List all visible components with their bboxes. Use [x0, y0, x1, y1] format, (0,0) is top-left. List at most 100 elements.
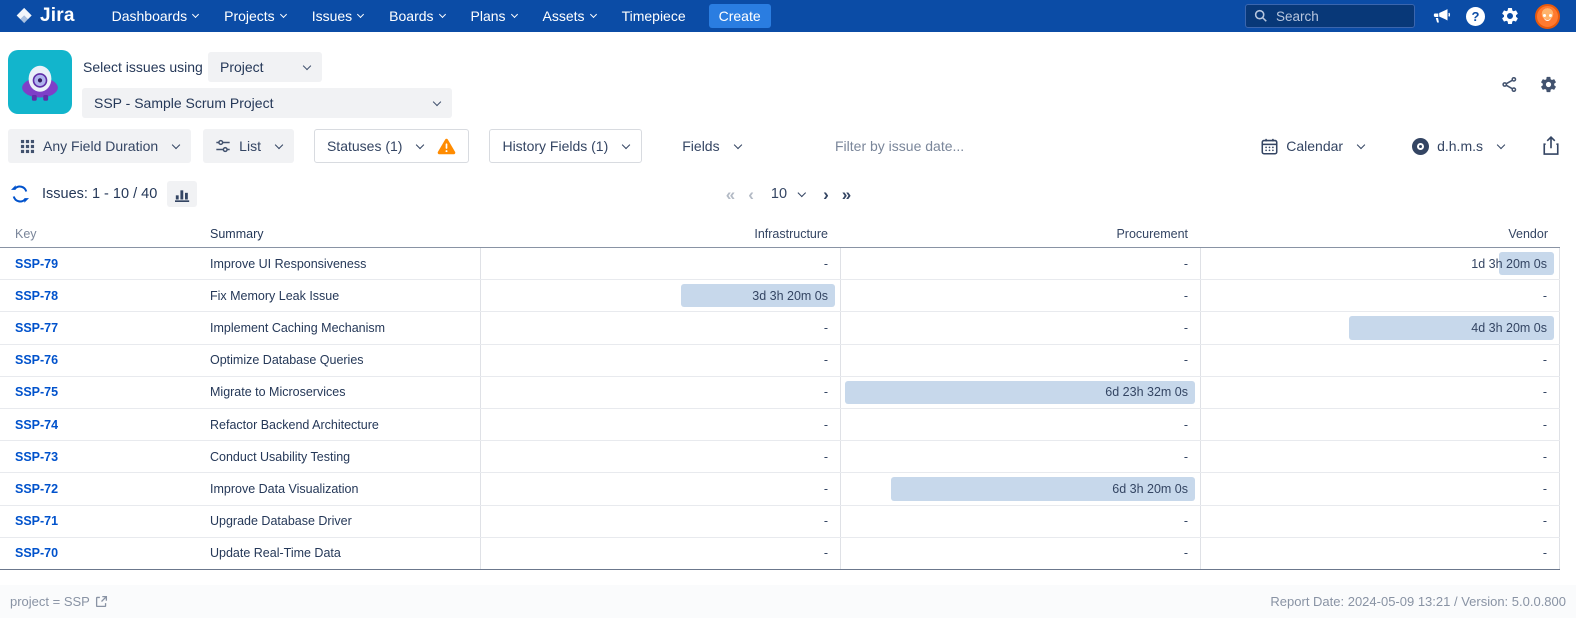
duration-cell-infrastructure: -: [480, 345, 840, 376]
issue-summary-cell: Conduct Usability Testing: [210, 441, 480, 472]
duration-value: -: [824, 482, 828, 496]
export-icon[interactable]: [1542, 136, 1560, 156]
duration-cell-infrastructure: -: [480, 506, 840, 537]
issue-key-cell: SSP-77: [0, 312, 210, 343]
issue-source-select[interactable]: Project: [208, 52, 322, 82]
nav-item-projects[interactable]: Projects: [211, 0, 299, 32]
chevron-down-icon: [357, 11, 364, 18]
nav-item-plans[interactable]: Plans: [458, 0, 530, 32]
nav-item-issues[interactable]: Issues: [299, 0, 376, 32]
refresh-icon[interactable]: [10, 184, 30, 204]
issue-key-link[interactable]: SSP-77: [15, 321, 58, 335]
table-row: SSP-78Fix Memory Leak Issue3d 3h 20m 0s-…: [0, 280, 1560, 312]
duration-cell-vendor: -: [1200, 538, 1560, 569]
settings-icon[interactable]: [1500, 6, 1520, 26]
duration-value: -: [1543, 385, 1547, 399]
field-duration-button[interactable]: Any Field Duration: [8, 129, 191, 163]
search-input[interactable]: Search: [1245, 4, 1415, 28]
page-size-select[interactable]: 10: [767, 186, 809, 202]
issue-key-link[interactable]: SSP-71: [15, 514, 58, 528]
help-icon[interactable]: ?: [1466, 7, 1485, 26]
issue-summary-cell: Implement Caching Mechanism: [210, 312, 480, 343]
nav-item-label: Dashboards: [112, 8, 188, 24]
jira-logo[interactable]: Jira: [14, 5, 75, 27]
issue-key-link[interactable]: SSP-76: [15, 353, 58, 367]
grid-icon: [20, 139, 35, 154]
duration-cell-vendor: 4d 3h 20m 0s: [1200, 312, 1560, 343]
external-link-icon[interactable]: [95, 595, 108, 608]
chevron-down-icon: [275, 140, 283, 148]
calendar-button[interactable]: Calendar: [1249, 129, 1376, 163]
nav-item-assets[interactable]: Assets: [530, 0, 609, 32]
table-header-row: KeySummaryInfrastructureProcurement Vendo…: [0, 220, 1560, 248]
table-row: SSP-74Refactor Backend Architecture---: [0, 409, 1560, 441]
issue-key-link[interactable]: SSP-73: [15, 450, 58, 464]
column-header-label: Vendor: [1508, 227, 1548, 241]
table-row: SSP-79Improve UI Responsiveness--1d 3h 2…: [0, 248, 1560, 280]
table-row: SSP-76Optimize Database Queries---: [0, 345, 1560, 377]
toolbar: Any Field Duration List Statuses (1) His…: [0, 126, 1576, 166]
duration-value: -: [1184, 514, 1188, 528]
column-header-vendor[interactable]: Vendor: [1200, 220, 1560, 247]
chevron-down-icon: [280, 11, 287, 18]
report-footer: project = SSP Report Date: 2024-05-09 13…: [0, 585, 1576, 618]
duration-format-button[interactable]: d.h.m.s: [1400, 129, 1516, 163]
column-header-procurement[interactable]: Procurement: [840, 220, 1200, 247]
table-row: SSP-70Update Real-Time Data---: [0, 538, 1560, 570]
pagination-next-button[interactable]: ›: [823, 186, 828, 203]
duration-value: -: [824, 546, 828, 560]
issue-key-cell: SSP-70: [0, 538, 210, 569]
duration-value: -: [1184, 353, 1188, 367]
pagination-first-button[interactable]: «: [726, 186, 734, 203]
create-button[interactable]: Create: [709, 4, 771, 28]
duration-value: 1d 3h 20m 0s: [1471, 257, 1547, 271]
view-type-button[interactable]: List: [203, 129, 294, 163]
duration-cell-procurement: -: [840, 441, 1200, 472]
duration-cell-infrastructure: -: [480, 473, 840, 504]
pagination-prev-button[interactable]: ‹: [748, 186, 753, 203]
pagination-last-button[interactable]: »: [842, 186, 850, 203]
history-fields-button[interactable]: History Fields (1): [489, 129, 642, 163]
issue-key-cell: SSP-79: [0, 248, 210, 279]
issue-source-value: Project: [220, 59, 264, 75]
column-header-key[interactable]: Key: [0, 220, 210, 247]
chart-view-button[interactable]: [167, 181, 197, 207]
fields-button[interactable]: Fields: [670, 129, 752, 163]
column-header-summary[interactable]: Summary: [210, 220, 480, 247]
issue-key-link[interactable]: SSP-74: [15, 418, 58, 432]
issue-summary-text: Migrate to Microservices: [210, 385, 345, 399]
duration-cell-vendor: -: [1200, 441, 1560, 472]
format-icon: [1412, 138, 1429, 155]
issue-summary-cell: Improve Data Visualization: [210, 473, 480, 504]
issue-key-link[interactable]: SSP-79: [15, 257, 58, 271]
chevron-down-icon: [303, 61, 311, 69]
duration-value: -: [824, 321, 828, 335]
nav-right-group: Search ?: [1245, 4, 1560, 29]
announcements-icon[interactable]: [1430, 6, 1451, 27]
duration-cell-infrastructure: -: [480, 409, 840, 440]
nav-item-timepiece[interactable]: Timepiece: [609, 0, 699, 32]
duration-cell-procurement: -: [840, 409, 1200, 440]
duration-cell-vendor: -: [1200, 409, 1560, 440]
nav-item-dashboards[interactable]: Dashboards: [99, 0, 212, 32]
issue-key-link[interactable]: SSP-78: [15, 289, 58, 303]
issue-key-link[interactable]: SSP-70: [15, 546, 58, 560]
duration-value: 6d 23h 32m 0s: [1105, 385, 1188, 399]
issue-date-filter-input[interactable]: Filter by issue date...: [835, 138, 964, 154]
duration-value: -: [1184, 289, 1188, 303]
issue-key-cell: SSP-74: [0, 409, 210, 440]
share-icon[interactable]: [1500, 75, 1519, 94]
statuses-button[interactable]: Statuses (1): [314, 129, 469, 163]
nav-item-boards[interactable]: Boards: [376, 0, 457, 32]
column-header-infrastructure[interactable]: Infrastructure: [480, 220, 840, 247]
project-select[interactable]: SSP - Sample Scrum Project: [82, 88, 452, 118]
chevron-down-icon: [172, 140, 180, 148]
issue-key-link[interactable]: SSP-75: [15, 385, 58, 399]
calendar-icon: [1261, 138, 1278, 155]
issue-key-link[interactable]: SSP-72: [15, 482, 58, 496]
user-avatar[interactable]: [1535, 4, 1560, 29]
duration-cell-procurement: -: [840, 280, 1200, 311]
duration-cell-procurement: -: [840, 312, 1200, 343]
gear-icon[interactable]: [1539, 75, 1558, 94]
duration-value: -: [1184, 450, 1188, 464]
